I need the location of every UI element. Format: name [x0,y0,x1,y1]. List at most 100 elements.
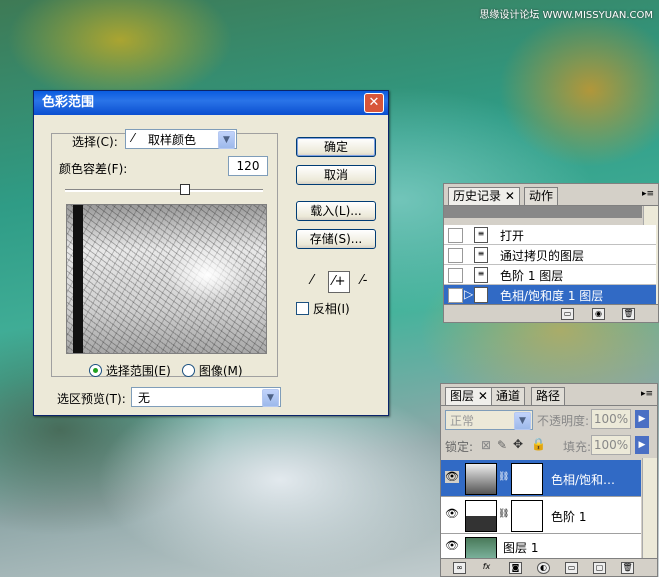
dialog-titlebar[interactable]: 色彩范围 ✕ [34,91,388,115]
color-range-dialog: 色彩范围 ✕ 选择(C): ⁄ 取样颜色 ▼ 颜色容差(F): 120 选择范围… [33,90,389,416]
new-document-icon[interactable]: ▭ [561,308,574,320]
tab-layers[interactable]: 图层 ✕ [445,387,493,405]
invert-checkbox-box[interactable] [296,302,309,315]
add-mask-icon[interactable]: ◙ [509,562,522,574]
fx-icon[interactable]: fx [481,562,492,572]
lock-move-icon[interactable]: ✥ [513,437,523,451]
eyedropper-icon[interactable]: ⁄ [302,271,322,291]
tab-close-icon[interactable]: ✕ [478,389,488,403]
layer-mask-thumbnail[interactable] [511,463,543,495]
eyedropper-plus-icon[interactable]: ⁄+ [328,271,350,293]
new-layer-icon[interactable]: ▢ [593,562,606,574]
fuzziness-label: 颜色容差(F): [59,162,128,176]
history-brush-source[interactable] [448,268,463,283]
fuzziness-slider-track[interactable] [65,189,263,192]
ok-button[interactable]: 确定 [296,137,376,157]
tab-history[interactable]: 历史记录 ✕ [448,187,520,205]
history-panel: 历史记录 ✕ 动作 ▸≡ ≡ 打开 ≡ 通过拷贝的图层 ≡ 色阶 1 图层 ▷ … [443,183,659,323]
lock-label: 锁定: [445,440,474,454]
eye-icon[interactable]: 👁 [445,540,459,552]
trash-icon[interactable]: 🗑 [621,562,634,574]
list-item[interactable]: ≡ 打开 [444,225,656,245]
document-icon: ≡ [474,247,488,263]
history-snapshot-strip [444,206,642,218]
layers-scrollbar[interactable] [642,458,657,558]
document-icon: ≡ [474,267,488,283]
history-item-label: 打开 [500,229,525,243]
radio-image-label: 图像(M) [198,364,243,378]
save-button[interactable]: 存储(S)... [296,229,376,249]
lock-transparency-icon[interactable]: ⊠ [481,438,491,452]
history-brush-source[interactable] [448,288,463,303]
radio-selection[interactable]: 选择范围(E) [89,362,171,379]
folder-icon[interactable]: ▭ [565,562,578,574]
tab-layers-label: 图层 [450,389,475,403]
eye-icon[interactable]: 👁 [445,471,459,483]
preview-label: 选区预览(T): [57,392,126,406]
blend-mode-select[interactable]: 正常 ▼ [445,410,533,430]
history-brush-source[interactable] [448,228,463,243]
preview-combo[interactable]: 无 ▼ [131,387,281,407]
chain-icon[interactable]: ⛓ [498,509,509,519]
panel-menu-icon[interactable]: ▸≡ [641,388,653,400]
table-row[interactable]: 👁 ⛓ 色阶 1 [441,497,641,534]
link-icon[interactable]: ∞ [453,562,466,574]
select-combo-value: 取样颜色 [148,133,197,147]
eyedropper-minus-icon[interactable]: ⁄- [354,271,374,291]
history-item-label: 通过拷贝的图层 [500,249,585,263]
document-icon: ≡ [474,227,488,243]
options-group: 选择(C): ⁄ 取样颜色 ▼ 颜色容差(F): 120 选择范围(E) 图像(… [51,129,278,379]
snapshot-icon[interactable]: ◉ [592,308,605,320]
layers-tabs: 图层 ✕ 通道 路径 ▸≡ [441,384,657,406]
trash-icon[interactable]: 🗑 [622,308,635,320]
chain-icon[interactable]: ⛓ [498,472,509,482]
fill-arrow-icon[interactable]: ▶ [635,436,649,454]
radio-selection-button[interactable] [89,364,102,377]
eye-icon[interactable]: 👁 [445,508,459,520]
opacity-label: 不透明度: [537,414,590,428]
list-item[interactable]: ≡ 色阶 1 图层 [444,265,656,285]
layers-panel: 图层 ✕ 通道 路径 ▸≡ 正常 ▼ 不透明度: 100% ▶ 锁定: ⊠ ✎ … [440,383,658,577]
preview-combo-value: 无 [138,391,151,405]
select-combo[interactable]: ⁄ 取样颜色 ▼ [125,129,237,149]
blend-mode-value: 正常 [450,414,475,428]
chevron-down-icon[interactable]: ▼ [262,389,279,407]
levels-thumbnail [465,500,497,532]
close-icon: ✕ [368,95,380,110]
table-row[interactable]: 👁 图层 1 [441,534,641,561]
adjustment-layer-icon[interactable]: ◐ [537,562,550,574]
panel-menu-icon[interactable]: ▸≡ [642,188,654,200]
chevron-down-icon[interactable]: ▼ [514,412,531,430]
tab-channels[interactable]: 通道 [491,387,526,405]
fuzziness-slider-thumb[interactable] [179,184,190,195]
list-item[interactable]: ▷ ≡ 色相/饱和度 1 图层 [444,285,656,305]
load-button[interactable]: 载入(L)... [296,201,376,221]
layer-name[interactable]: 图层 1 [503,539,538,556]
tab-actions[interactable]: 动作 [524,187,559,205]
table-row[interactable]: 👁 ⛓ 色相/饱和… [441,460,641,497]
dialog-title: 色彩范围 [42,95,95,110]
close-button[interactable]: ✕ [364,93,384,113]
layers-toolbar: ∞ fx ◙ ◐ ▭ ▢ 🗑 [441,558,657,576]
image-thumbnail [465,537,497,559]
history-state-marker-icon: ▷ [464,287,474,301]
radio-image-button[interactable] [182,364,195,377]
opacity-input[interactable]: 100% [591,409,631,429]
tab-paths[interactable]: 路径 [531,387,566,405]
invert-checkbox[interactable]: 反相(I) [296,300,350,317]
cancel-button[interactable]: 取消 [296,165,376,185]
lock-brush-icon[interactable]: ✎ [497,438,507,452]
fuzziness-input[interactable]: 120 [228,156,268,176]
chevron-down-icon[interactable]: ▼ [218,131,235,149]
history-brush-source[interactable] [448,248,463,263]
opacity-arrow-icon[interactable]: ▶ [635,410,649,428]
history-toolbar: ▭ ◉ 🗑 [444,304,658,322]
layer-name[interactable]: 色相/饱和… [551,471,615,488]
tab-close-icon[interactable]: ✕ [505,189,515,203]
fill-input[interactable]: 100% [591,435,631,455]
lock-icon[interactable]: 🔒 [531,437,546,451]
list-item[interactable]: ≡ 通过拷贝的图层 [444,245,656,265]
layer-name[interactable]: 色阶 1 [551,508,586,525]
layer-mask-thumbnail[interactable] [511,500,543,532]
radio-image[interactable]: 图像(M) [182,362,243,379]
